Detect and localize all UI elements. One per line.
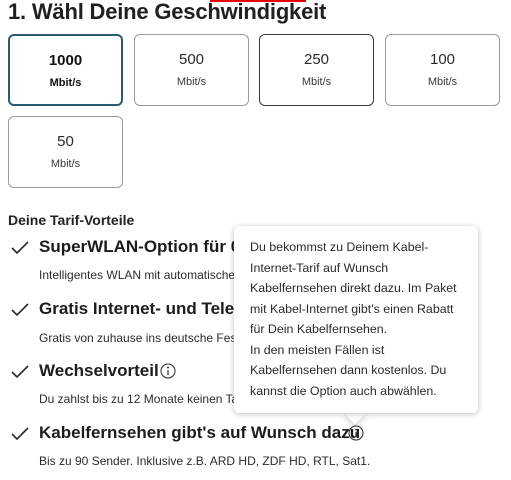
speed-value: 1000 bbox=[48, 52, 83, 69]
tooltip-line: kannst die Option auch abwählen. bbox=[250, 383, 437, 398]
tooltip-line: In den meisten Fällen ist bbox=[250, 342, 385, 357]
benefit-title: Wechselvorteil bbox=[39, 361, 159, 380]
speed-option-50[interactable]: 50 Mbit/s bbox=[8, 116, 123, 188]
speed-option-500[interactable]: 500 Mbit/s bbox=[134, 34, 249, 106]
speed-value: 100 bbox=[429, 51, 456, 68]
check-icon bbox=[11, 303, 29, 317]
tooltip-line: mit Kabel-Internet gibt's einen Rabatt bbox=[250, 301, 454, 316]
tooltip-text: Du bekommst zu Deinem Kabel- Internet-Ta… bbox=[250, 237, 470, 401]
info-icon[interactable] bbox=[160, 363, 176, 379]
speed-unit: Mbit/s bbox=[301, 76, 332, 88]
check-icon bbox=[11, 365, 29, 379]
check-icon bbox=[11, 241, 29, 255]
tooltip-line: Kabelfernsehen dann kostenlos. Du bbox=[250, 363, 447, 377]
check-icon bbox=[11, 427, 29, 441]
speed-unit: Mbit/s bbox=[50, 158, 81, 170]
speed-value: 50 bbox=[57, 133, 74, 150]
tooltip-line: Internet-Tarif auf Wunsch bbox=[250, 260, 389, 275]
speed-value: 500 bbox=[178, 51, 205, 68]
speed-option-100[interactable]: 100 Mbit/s bbox=[385, 34, 500, 106]
page-title: 1. Wähl Deine Geschwindigkeit bbox=[8, 0, 327, 24]
speed-option-1000[interactable]: 1000 Mbit/s bbox=[8, 34, 123, 106]
benefit-title: Kabelfernsehen gibt's auf Wunsch dazu bbox=[39, 423, 361, 442]
speed-value: 250 bbox=[303, 51, 330, 68]
speed-unit: Mbit/s bbox=[427, 76, 458, 88]
benefit-description: Bis zu 90 Sender. Inklusive z.B. ARD HD,… bbox=[39, 454, 371, 468]
speed-unit: Mbit/s bbox=[49, 77, 82, 89]
benefit-title: SuperWLAN-Option für 0 € bbox=[39, 237, 255, 256]
tooltip-line: für Dein Kabelfernsehen. bbox=[250, 322, 388, 336]
tooltip-line: Du bekommst zu Deinem Kabel- bbox=[250, 240, 429, 254]
speed-option-250[interactable]: 250 Mbit/s bbox=[259, 34, 374, 106]
tooltip-line: Kabelfernsehen direkt dazu. Im Paket bbox=[250, 281, 457, 295]
benefits-heading: Deine Tarif-Vorteile bbox=[8, 212, 135, 228]
info-icon[interactable] bbox=[348, 425, 364, 441]
speed-unit: Mbit/s bbox=[176, 76, 207, 88]
